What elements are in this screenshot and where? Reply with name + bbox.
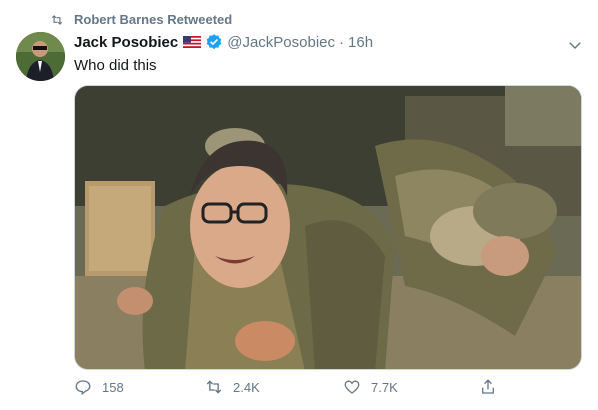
author-handle[interactable]: @JackPosobiec xyxy=(227,34,335,51)
reply-count: 158 xyxy=(102,379,124,395)
heart-icon xyxy=(344,380,360,394)
us-flag-icon xyxy=(183,36,202,48)
tweet-card[interactable]: Robert Barnes Retweeted Jack Posobiec @J… xyxy=(0,0,598,410)
tweet-actions: 158 2.4K 7.7K xyxy=(74,378,514,402)
tweet-timestamp[interactable]: 16h xyxy=(348,34,373,51)
avatar[interactable] xyxy=(16,32,65,81)
separator-dot: · xyxy=(339,33,345,51)
retweet-context: Robert Barnes Retweeted xyxy=(50,12,232,27)
retweet-icon xyxy=(206,380,222,394)
like-count: 7.7K xyxy=(371,379,398,395)
retweet-count: 2.4K xyxy=(233,379,260,395)
retweet-label[interactable]: Robert Barnes Retweeted xyxy=(74,12,232,27)
reply-icon xyxy=(75,380,91,396)
tweet-photo[interactable] xyxy=(74,85,582,370)
tweet-header: Jack Posobiec @JackPosobiec · 16h xyxy=(74,33,373,51)
share-icon xyxy=(482,379,494,394)
like-button[interactable]: 7.7K xyxy=(343,378,398,396)
chevron-down-icon[interactable] xyxy=(566,36,584,54)
reply-button[interactable]: 158 xyxy=(74,378,124,396)
tweet-text: Who did this xyxy=(74,57,157,74)
author-name[interactable]: Jack Posobiec xyxy=(74,34,178,51)
retweet-button[interactable]: 2.4K xyxy=(205,378,260,396)
verified-badge-icon xyxy=(206,34,222,50)
retweet-icon xyxy=(51,14,63,25)
share-button[interactable] xyxy=(479,378,497,396)
